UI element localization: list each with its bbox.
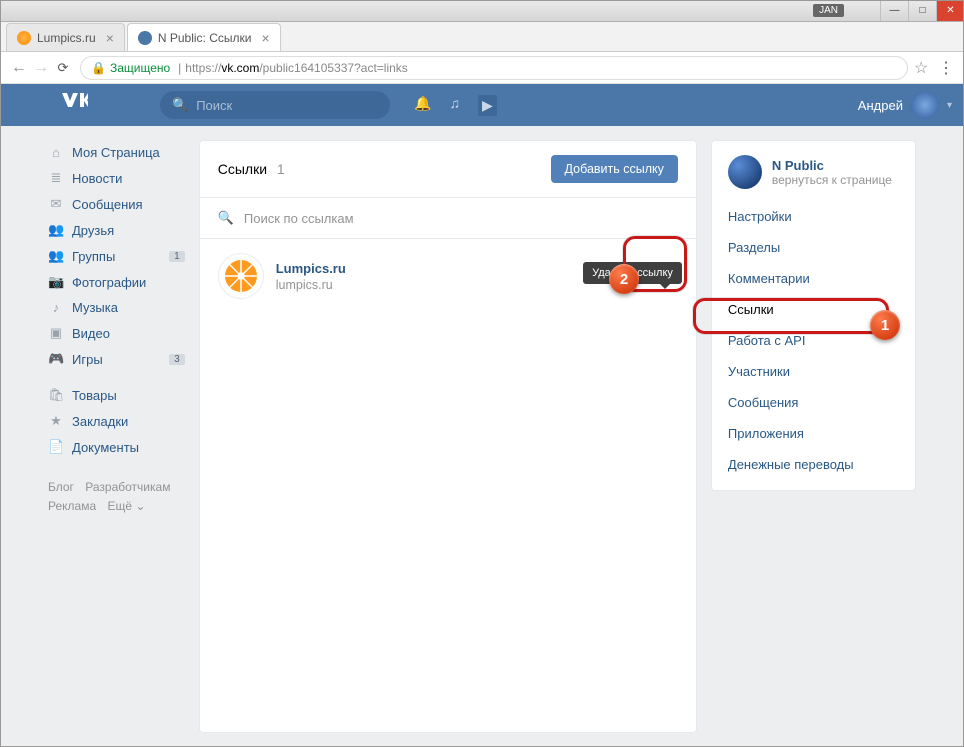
vk-header: 🔍 Поиск 🔔 ♫ ▶ Андрей ▾ — [0, 84, 964, 126]
close-window-button[interactable]: ✕ — [936, 1, 964, 21]
delete-link-button[interactable]: Удалить ссылку ✕ — [666, 268, 678, 285]
left-nav: ⌂Моя Страница≣Новости✉Сообщения👥Друзья👥Г… — [48, 140, 185, 733]
group-name: N Public — [772, 158, 892, 173]
badge: 3 — [169, 354, 185, 365]
link-title: Lumpics.ru — [276, 261, 346, 276]
search-icon: 🔍 — [172, 97, 188, 113]
vk-logo[interactable] — [60, 92, 88, 113]
play-icon[interactable]: ▶ — [478, 95, 497, 116]
window-titlebar: JAN — □ ✕ — [0, 0, 964, 22]
links-count: 1 — [277, 161, 285, 177]
search-placeholder: Поиск — [196, 98, 232, 113]
url-host: vk.com — [221, 61, 259, 75]
settings-menu-item[interactable]: Сообщения — [728, 387, 899, 418]
nav-Видео[interactable]: ▣Видео — [48, 320, 185, 346]
right-column: N Public вернуться к странице НастройкиР… — [711, 140, 916, 733]
links-panel: Ссылки 1 Добавить ссылку 🔍 Поиск по ссыл… — [199, 140, 697, 733]
group-header[interactable]: N Public вернуться к странице — [728, 155, 899, 189]
nav-Новости[interactable]: ≣Новости — [48, 165, 185, 191]
jan-badge: JAN — [813, 4, 844, 17]
music-icon: ♪ — [48, 300, 64, 315]
back-button[interactable]: ← — [8, 59, 30, 77]
minimize-button[interactable]: — — [880, 1, 908, 21]
video-icon: ▣ — [48, 325, 64, 341]
settings-menu: НастройкиРазделыКомментарииСсылкиРабота … — [728, 201, 899, 480]
user-name: Андрей — [858, 98, 903, 113]
forward-button[interactable]: → — [30, 59, 52, 77]
groups-icon: 👥 — [48, 248, 64, 264]
links-search[interactable]: 🔍 Поиск по ссылкам — [200, 198, 696, 239]
nav-Фотографии[interactable]: 📷Фотографии — [48, 269, 185, 295]
friends-icon: 👥 — [48, 222, 64, 238]
settings-menu-item[interactable]: Участники — [728, 356, 899, 387]
link-thumbnail — [218, 253, 264, 299]
nav-Друзья[interactable]: 👥Друзья — [48, 217, 185, 243]
maximize-button[interactable]: □ — [908, 1, 936, 21]
bookmark-star-icon[interactable]: ☆ — [914, 58, 936, 78]
close-tab-icon[interactable]: × — [261, 30, 269, 46]
badge: 1 — [169, 251, 185, 262]
footer-devs[interactable]: Разработчикам — [85, 480, 170, 494]
music-icon[interactable]: ♫ — [449, 95, 460, 116]
url-prefix: https:// — [185, 61, 221, 75]
footer-links: Блог Разработчикам Реклама Ещё ⌄ — [48, 478, 185, 516]
settings-menu-item[interactable]: Комментарии — [728, 263, 899, 294]
nav-Музыка[interactable]: ♪Музыка — [48, 295, 185, 320]
home-icon: ⌂ — [48, 145, 64, 160]
avatar — [911, 91, 939, 119]
back-to-page[interactable]: вернуться к странице — [772, 173, 892, 187]
nav-Документы[interactable]: 📄Документы — [48, 434, 185, 460]
browser-tab-vk[interactable]: N Public: Ссылки × — [127, 23, 281, 51]
nav-Сообщения[interactable]: ✉Сообщения — [48, 191, 185, 217]
callout-number-1: 1 — [870, 310, 900, 340]
footer-ads[interactable]: Реклама — [48, 499, 96, 513]
secure-label: Защищено — [110, 61, 170, 75]
nav-Группы[interactable]: 👥Группы1 — [48, 243, 185, 269]
group-avatar — [728, 155, 762, 189]
callout-number-2: 2 — [609, 264, 639, 294]
photos-icon: 📷 — [48, 274, 64, 290]
favicon-icon — [17, 31, 31, 45]
nav-Моя Страница[interactable]: ⌂Моя Страница — [48, 140, 185, 165]
browser-tabs: Lumpics.ru × N Public: Ссылки × — [0, 22, 964, 52]
page-body: ⌂Моя Страница≣Новости✉Сообщения👥Друзья👥Г… — [0, 126, 964, 747]
lock-icon: 🔒 — [91, 61, 106, 75]
settings-menu-item[interactable]: Приложения — [728, 418, 899, 449]
settings-menu-item[interactable]: Денежные переводы — [728, 449, 899, 480]
link-url: lumpics.ru — [276, 278, 346, 292]
games-icon: 🎮 — [48, 351, 64, 367]
search-placeholder: Поиск по ссылкам — [244, 211, 354, 226]
chevron-down-icon: ▾ — [947, 100, 952, 111]
market-icon: 🛍 — [48, 387, 64, 403]
docs-icon: 📄 — [48, 439, 64, 455]
nav-Товары[interactable]: 🛍Товары — [48, 382, 185, 408]
tab-title: N Public: Ссылки — [158, 31, 252, 45]
news-icon: ≣ — [48, 170, 64, 186]
footer-blog[interactable]: Блог — [48, 480, 74, 494]
settings-menu-item[interactable]: Настройки — [728, 201, 899, 232]
add-link-button[interactable]: Добавить ссылку — [551, 155, 678, 183]
favicon-icon — [138, 31, 152, 45]
search-icon: 🔍 — [218, 210, 234, 226]
vk-search-box[interactable]: 🔍 Поиск — [160, 91, 390, 119]
settings-menu-item[interactable]: Разделы — [728, 232, 899, 263]
close-tab-icon[interactable]: × — [106, 30, 114, 46]
url-path: /public164105337?act=links — [259, 61, 407, 75]
nav-Закладки[interactable]: ★Закладки — [48, 408, 185, 434]
tab-title: Lumpics.ru — [37, 31, 96, 45]
messages-icon: ✉ — [48, 196, 64, 212]
footer-more[interactable]: Ещё ⌄ — [107, 499, 145, 513]
reload-button[interactable]: ⟳ — [52, 60, 74, 76]
browser-toolbar: ← → ⟳ 🔒 Защищено | https:// vk.com /publ… — [0, 52, 964, 84]
notifications-icon[interactable]: 🔔 — [414, 95, 431, 116]
nav-Игры[interactable]: 🎮Игры3 — [48, 346, 185, 372]
browser-menu-icon[interactable]: ⋮ — [936, 58, 956, 78]
user-menu[interactable]: Андрей ▾ — [858, 91, 952, 119]
address-bar[interactable]: 🔒 Защищено | https:// vk.com /public1641… — [80, 56, 908, 80]
panel-title: Ссылки 1 — [218, 161, 285, 177]
browser-tab-lumpics[interactable]: Lumpics.ru × — [6, 23, 125, 51]
bookmarks-icon: ★ — [48, 413, 64, 429]
